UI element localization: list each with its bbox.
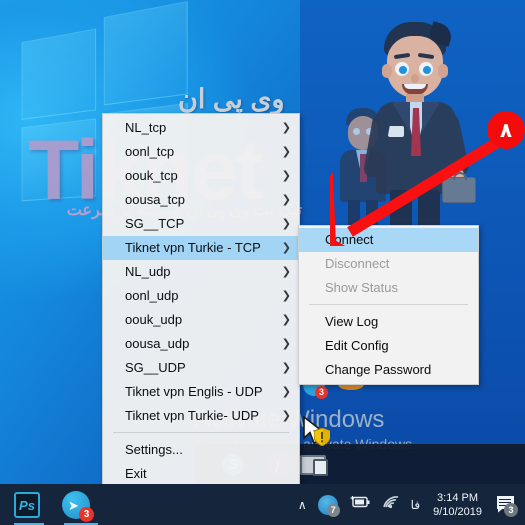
menu-item-tiknet-vpn-turkie-udp[interactable]: Tiknet vpn Turkie- UDP ❯: [103, 404, 299, 428]
chevron-right-icon: ❯: [281, 289, 291, 302]
watermark-persian-top: وی پی ان: [178, 84, 285, 114]
system-tray[interactable]: ∧ 7 فا 3:14 PM 9/10/2019 3: [298, 491, 525, 519]
menu-item-label: Exit: [125, 466, 147, 481]
submenu-item-connect[interactable]: Connect: [299, 228, 478, 252]
chevron-right-icon: ❯: [281, 241, 291, 254]
chevron-right-icon: ❯: [281, 145, 291, 158]
language-indicator[interactable]: فا: [411, 498, 420, 512]
menu-item-oousa-tcp[interactable]: oousa_tcp ❯: [103, 188, 299, 212]
photoshop-icon[interactable]: Ps: [14, 491, 40, 518]
menu-item-tiknet-vpn-turkie-tcp[interactable]: Tiknet vpn Turkie - TCP ❯: [103, 236, 299, 260]
submenu-item-label: Change Password: [325, 362, 432, 377]
submenu-item-label: Edit Config: [325, 338, 389, 353]
clock-date: 9/10/2019: [433, 505, 482, 518]
vpn-profile-submenu[interactable]: Connect Disconnect Show Status View Log Edit…: [298, 225, 479, 385]
menu-separator: [113, 432, 289, 433]
windows-update-icon[interactable]: 7: [317, 494, 340, 517]
submenu-item-label: Show Status: [325, 280, 398, 295]
annotation-step-badge: ۸: [487, 111, 525, 149]
submenu-item-label: Connect: [325, 232, 374, 247]
telegram-icon[interactable]: ➤ 3: [62, 490, 94, 522]
menu-item-label: Tiknet vpn Turkie - TCP: [125, 240, 261, 255]
menu-item-sg-tcp[interactable]: SG__TCP ❯: [103, 212, 299, 236]
menu-item-oouk-udp[interactable]: oouk_udp ❯: [103, 308, 299, 332]
businessman-illustration: [352, 21, 482, 238]
submenu-item-label: View Log: [325, 314, 379, 329]
menu-item-label: oousa_tcp: [125, 192, 185, 207]
logo-pane-2: [103, 1, 188, 106]
submenu-item-change-password[interactable]: Change Password: [299, 358, 478, 382]
uac-shield-icon: [313, 427, 331, 447]
menu-item-oonl-tcp[interactable]: oonl_tcp ❯: [103, 140, 299, 164]
remote-desktop-icon[interactable]: [300, 455, 328, 476]
vpn-tray-context-menu[interactable]: NL_tcp ❯ oonl_tcp ❯ oouk_tcp ❯ oousa_tcp ❯ SG__T…: [102, 113, 300, 489]
menu-item-oonl-udp[interactable]: oonl_udp ❯: [103, 284, 299, 308]
menu-item-label: Tiknet vpn Englis - UDP: [125, 384, 263, 399]
submenu-item-show-status: Show Status: [299, 276, 478, 300]
chevron-right-icon: ❯: [281, 169, 291, 182]
menu-item-label: oouk_tcp: [125, 168, 178, 183]
update-count-badge: 7: [326, 503, 340, 517]
menu-item-label: SG__TCP: [125, 216, 185, 231]
chevron-right-icon: ❯: [281, 265, 291, 278]
submenu-item-view-log[interactable]: View Log: [299, 310, 478, 334]
logo-pane-1: [21, 28, 97, 120]
menu-item-label: NL_tcp: [125, 120, 167, 135]
taskbar[interactable]: Ps ➤ 3 ∧ 7 فا 3:14 PM 9/10/2019 3: [0, 484, 525, 525]
taskbar-pinned-apps: Ps ➤ 3: [0, 490, 94, 522]
menu-item-label: oouk_udp: [125, 312, 183, 327]
notification-count-badge: 3: [504, 502, 518, 517]
menu-item-tiknet-vpn-englis-udp[interactable]: Tiknet vpn Englis - UDP ❯: [103, 380, 299, 404]
menu-item-label: Tiknet vpn Turkie- UDP: [125, 408, 259, 423]
menu-item-oousa-udp[interactable]: oousa_udp ❯: [103, 332, 299, 356]
chevron-right-icon: ❯: [281, 193, 291, 206]
menu-item-label: oonl_udp: [125, 288, 179, 303]
chevron-right-icon: ❯: [281, 361, 291, 374]
notification-center-icon[interactable]: 3: [495, 495, 518, 517]
chevron-right-icon: ❯: [281, 313, 291, 326]
menu-item-label: SG__UDP: [125, 360, 186, 375]
submenu-item-label: Disconnect: [325, 256, 390, 271]
menu-item-label: Settings...: [125, 442, 183, 457]
menu-item-nl-udp[interactable]: NL_udp ❯: [103, 260, 299, 284]
chevron-right-icon: ❯: [281, 409, 291, 422]
submenu-item-edit-config[interactable]: Edit Config: [299, 334, 478, 358]
telegram-unread-badge: 3: [79, 506, 94, 522]
menu-item-label: oonl_tcp: [125, 144, 175, 159]
menu-item-oouk-tcp[interactable]: oouk_tcp ❯: [103, 164, 299, 188]
clock[interactable]: 3:14 PM 9/10/2019: [431, 491, 484, 519]
battery-icon[interactable]: [349, 495, 371, 514]
chevron-right-icon: ❯: [281, 121, 291, 134]
menu-item-sg-udp[interactable]: SG__UDP ❯: [103, 356, 299, 380]
submenu-item-disconnect: Disconnect: [299, 252, 478, 276]
telegram-desktop-badge: 3: [315, 386, 328, 399]
chevron-up-icon[interactable]: ∧: [298, 498, 307, 512]
menu-item-settings[interactable]: Settings...: [103, 438, 299, 462]
chevron-right-icon: ❯: [281, 385, 291, 398]
menu-separator: [309, 304, 468, 305]
menu-item-nl-tcp[interactable]: NL_tcp ❯: [103, 116, 299, 140]
paper-plane-icon: ➤: [68, 497, 79, 513]
chevron-right-icon: ❯: [281, 217, 291, 230]
wifi-icon[interactable]: [382, 495, 400, 514]
menu-item-label: oousa_udp: [125, 336, 190, 351]
chevron-right-icon: ❯: [281, 337, 291, 350]
menu-item-exit[interactable]: Exit: [103, 462, 299, 486]
desktop[interactable]: وی پی ان Tiknet تیک نت وی پی ان همیشه پر…: [0, 0, 525, 525]
clock-time: 3:14 PM: [437, 491, 479, 504]
menu-item-label: NL_udp: [125, 264, 171, 279]
